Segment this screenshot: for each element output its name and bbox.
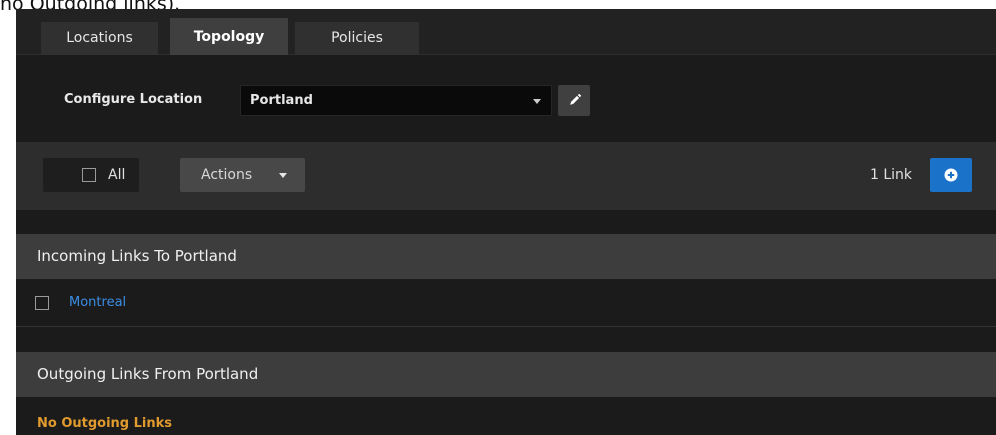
actions-dropdown-button[interactable]: Actions [180,158,305,192]
selected-location: Portland [250,93,313,108]
location-select[interactable]: Portland [240,85,552,116]
pencil-icon [570,94,581,105]
tab-bar: Locations Topology Policies [16,9,996,55]
caret-down-icon [279,173,287,178]
tab-locations[interactable]: Locations [41,22,158,55]
incoming-link-name[interactable]: Montreal [69,280,126,326]
tab-topology[interactable]: Topology [170,18,288,55]
caret-down-icon [533,99,541,104]
select-all-checkbox[interactable] [82,168,96,182]
select-all-control[interactable]: All [43,158,139,192]
add-link-button[interactable] [930,158,972,192]
select-all-label: All [108,167,126,183]
incoming-links-header: Incoming Links To Portland [16,234,996,279]
tab-policies[interactable]: Policies [295,22,419,55]
actions-label: Actions [201,167,253,183]
plus-circle-icon [944,168,958,182]
no-outgoing-links-message: No Outgoing Links [37,416,173,431]
outgoing-links-title: Outgoing Links From Portland [37,365,259,383]
links-toolbar: All Actions 1 Link [16,142,996,210]
link-count: 1 Link [869,167,912,183]
link-checkbox[interactable] [35,296,49,310]
configure-location-label: Configure Location [64,92,203,107]
outgoing-links-header: Outgoing Links From Portland [16,352,996,397]
list-item: Montreal [16,280,996,327]
incoming-links-title: Incoming Links To Portland [37,247,237,265]
topology-panel: Locations Topology Policies Configure Lo… [16,9,996,435]
edit-location-button[interactable] [558,85,590,116]
